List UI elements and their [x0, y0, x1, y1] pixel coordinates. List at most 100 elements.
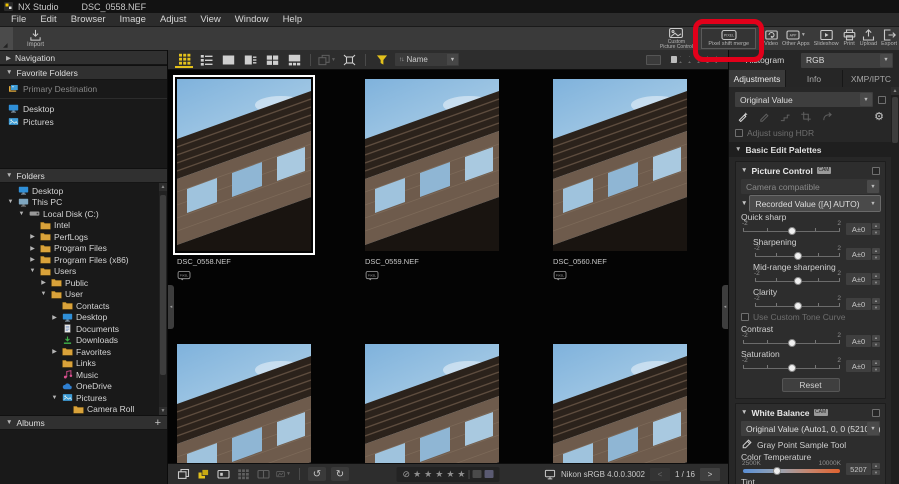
color-temperature-track[interactable]: 2500K10000K — [741, 462, 842, 476]
four-up-view-button[interactable] — [263, 52, 281, 68]
group-pixel-shift-button[interactable] — [196, 467, 211, 481]
contrast-value[interactable]: A±0 — [846, 335, 871, 347]
sharpening-track[interactable]: -22 — [753, 247, 842, 261]
levels-button[interactable] — [779, 111, 791, 124]
show-histogram-button[interactable]: ▼ — [276, 467, 291, 481]
white-balance-header[interactable]: ▼ White Balance CAM — [741, 406, 880, 419]
print-button[interactable]: Print — [841, 27, 858, 50]
single-view-button[interactable] — [219, 52, 237, 68]
sharpening-knob[interactable] — [794, 252, 802, 260]
scroll-up-icon[interactable]: ▲ — [159, 183, 167, 191]
show-grid-button[interactable] — [236, 467, 251, 481]
stack-view-button[interactable] — [176, 467, 191, 481]
chevron-right-icon[interactable]: ▶ — [28, 256, 37, 263]
menu-edit[interactable]: Edit — [33, 13, 63, 26]
filmstrip-view-button[interactable] — [285, 52, 303, 68]
clarity-track[interactable]: -22 — [753, 297, 842, 311]
star-5-icon[interactable]: ★ — [457, 470, 465, 479]
thumbnail-row2-1[interactable] — [177, 344, 365, 463]
custom-picture-control-button[interactable]: Custom Picture Control — [657, 27, 695, 50]
histogram-header[interactable]: ▼ Histogram RGB▼ — [729, 50, 899, 70]
chevron-down-icon[interactable]: ▼ — [741, 200, 747, 207]
tree-item-downloads[interactable]: Downloads — [0, 335, 167, 347]
filter-button[interactable] — [373, 52, 391, 68]
tree-item-favorites[interactable]: ▶ Favorites — [0, 346, 167, 358]
size-slider-knob[interactable] — [671, 56, 677, 63]
thumbnail-DSC_0560.NEF[interactable]: DSC_0560.NEFPIXEL — [553, 79, 728, 286]
tree-item-local-disk-c-[interactable]: ▼ Local Disk (C:) — [0, 208, 167, 220]
tab-xmp-iptc[interactable]: XMP/IPTC — [843, 70, 899, 87]
chevron-down-icon[interactable]: ▼ — [50, 395, 59, 401]
tree-item-user[interactable]: ▼ User — [0, 289, 167, 301]
contrast-spinner[interactable]: ▲▼ — [872, 335, 880, 347]
chevron-right-icon[interactable]: ▶ — [28, 233, 37, 240]
star-3-icon[interactable]: ★ — [435, 470, 443, 479]
basic-edit-palettes-header[interactable]: ▼Basic Edit Palettes — [729, 142, 899, 157]
toolbar-collapse-strip[interactable]: ◢ — [0, 27, 13, 50]
sharpening-value[interactable]: A±0 — [846, 248, 871, 260]
tree-item-public[interactable]: ▶ Public — [0, 277, 167, 289]
tree-scrollbar[interactable]: ▲ ▼ — [159, 183, 167, 415]
scrollbar-thumb[interactable] — [160, 195, 166, 375]
show-single-button[interactable] — [216, 467, 231, 481]
color-temperature-value[interactable]: 5207 — [846, 463, 871, 475]
upload-button[interactable]: Upload — [858, 27, 879, 50]
clarity-knob[interactable] — [794, 302, 802, 310]
tree-item-pictures[interactable]: ▼ Pictures — [0, 392, 167, 404]
add-album-button[interactable]: + — [155, 417, 161, 429]
tree-item-documents[interactable]: Documents — [0, 323, 167, 335]
favorite-item-primary-destination[interactable]: Primary Destination — [0, 82, 167, 95]
sort-select[interactable]: ↑↓ Name ▼ — [395, 53, 459, 66]
thumbnail-DSC_0558.NEF[interactable]: DSC_0558.NEFPIXEL — [177, 79, 365, 286]
preset-checkbox[interactable] — [878, 96, 886, 104]
straighten-button[interactable] — [758, 111, 770, 124]
mid-range-sharpening-value[interactable]: A±0 — [846, 273, 871, 285]
previous-image-button[interactable]: < — [650, 468, 670, 481]
other-apps-button[interactable]: APP▼ Other Apps — [780, 27, 812, 50]
color-temperature-spinner[interactable]: ▲▼ — [872, 463, 880, 475]
histogram-channel-select[interactable]: RGB▼ — [801, 53, 893, 68]
split-view-button[interactable] — [241, 52, 259, 68]
quick-sharp-spinner[interactable]: ▲▼ — [872, 223, 880, 235]
picture-control-mode-select[interactable]: Camera compatible▼ — [741, 179, 880, 194]
chevron-right-icon[interactable]: ▶ — [50, 348, 59, 355]
recorded-value-select[interactable]: Recorded Value ([A] AUTO)▼ — [750, 196, 880, 211]
thumbnail-image[interactable] — [177, 344, 311, 463]
tree-item-desktop[interactable]: Desktop — [0, 185, 167, 197]
section-folders[interactable]: ▼Folders — [0, 168, 167, 183]
thumbnail-image[interactable] — [365, 79, 499, 251]
gray-point-sample-tool[interactable]: Gray Point Sample Tool — [741, 438, 880, 451]
undo-button[interactable]: ↺ — [308, 467, 326, 481]
thumbnail-image[interactable] — [365, 344, 499, 463]
list-view-button[interactable] — [197, 52, 215, 68]
section-navigation[interactable]: ▶Navigation — [0, 50, 167, 65]
chevron-down-icon[interactable]: ▼ — [6, 199, 15, 205]
reset-button[interactable]: Reset — [782, 378, 840, 392]
tree-item-program-files[interactable]: ▶ Program Files — [0, 243, 167, 255]
chevron-right-icon[interactable]: ▶ — [50, 314, 59, 321]
use-custom-tone-curve-checkbox[interactable] — [741, 313, 749, 321]
star-2-icon[interactable]: ★ — [424, 470, 432, 479]
color-temperature-knob[interactable] — [773, 467, 781, 475]
picture-control-enable-checkbox[interactable] — [872, 167, 880, 175]
tree-item-users[interactable]: ▼ Users — [0, 266, 167, 278]
saturation-knob[interactable] — [788, 364, 796, 372]
quick-sharp-track[interactable]: -22 — [741, 222, 842, 236]
tree-item-camera-roll[interactable]: Camera Roll — [0, 404, 167, 416]
section-albums[interactable]: ▼Albums+ — [0, 415, 167, 430]
sidebar-collapse-handle[interactable]: ◂ — [168, 285, 174, 329]
import-button[interactable]: Import — [13, 27, 58, 50]
tree-item-music[interactable]: Music — [0, 369, 167, 381]
section-favorite-folders[interactable]: ▼Favorite Folders — [0, 65, 167, 80]
no-rating-icon[interactable]: ⊘ — [403, 470, 411, 479]
panel-scrollbar[interactable]: ▲ — [891, 87, 899, 484]
white-balance-enable-checkbox[interactable] — [872, 409, 880, 417]
chevron-right-icon[interactable]: ▶ — [28, 245, 37, 252]
tree-item-perflogs[interactable]: ▶ PerfLogs — [0, 231, 167, 243]
revert-button[interactable] — [821, 111, 833, 124]
contrast-knob[interactable] — [788, 339, 796, 347]
thumbnail-row2-2[interactable] — [365, 344, 553, 463]
chevron-down-icon[interactable]: ▼ — [39, 291, 48, 297]
adjust-hdr-checkbox[interactable] — [735, 129, 743, 137]
menu-window[interactable]: Window — [228, 13, 276, 26]
